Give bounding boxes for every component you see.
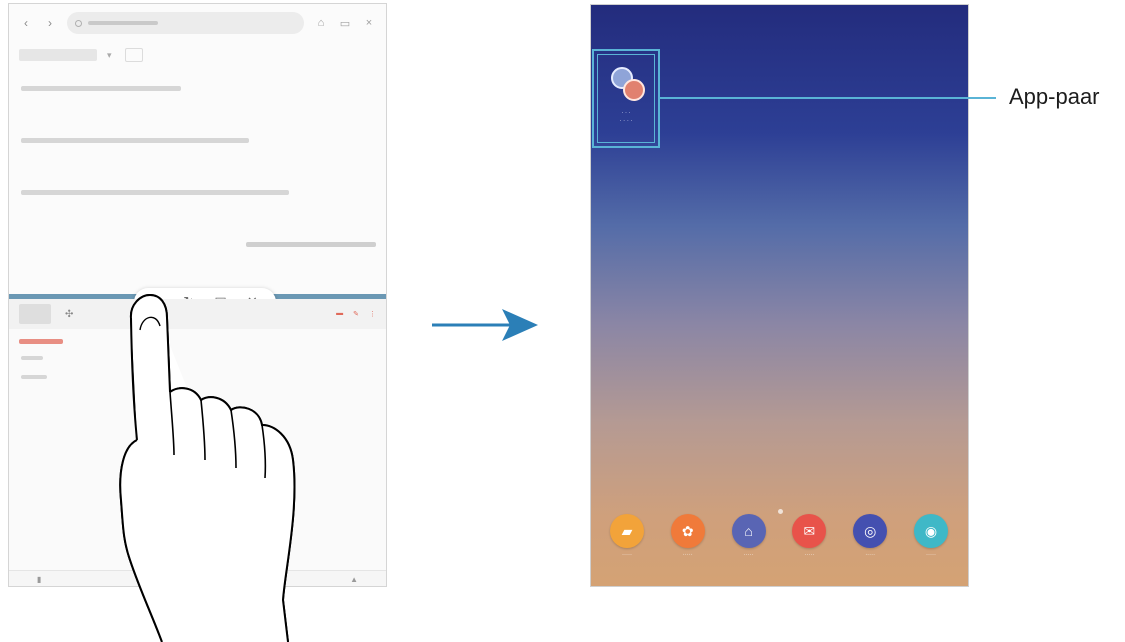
note-line xyxy=(21,375,47,379)
app-pair-shortcut[interactable]: · · · · · · · xyxy=(597,54,655,143)
note-line xyxy=(21,356,43,360)
illustration: ‹ › ⌂ ▭ × ▾ ⊕ ↻ ▣ ✕ xyxy=(0,0,1125,642)
menu-icon[interactable]: ▲ xyxy=(350,575,358,584)
app-pair-label: · · · · · · · xyxy=(619,110,633,124)
dock-label: ····· xyxy=(804,552,815,558)
dock-app-internet[interactable]: ◎ ····· xyxy=(846,514,894,572)
gallery-icon: ✿ xyxy=(670,514,705,548)
dock-app-store[interactable]: ⌂ ····· xyxy=(725,514,773,572)
dock-app-gallery[interactable]: ✿ ····· xyxy=(664,514,712,572)
dock-app-camera[interactable]: ◉ ····· xyxy=(907,514,955,572)
callout-leader-line xyxy=(660,97,996,99)
callout-label: App-paar xyxy=(1009,84,1100,109)
tab-notes[interactable] xyxy=(19,304,51,324)
dock-label: ····· xyxy=(925,552,936,558)
dock: ▰ ····· ✿ ····· ⌂ ····· ✉ ····· ◎ ····· … xyxy=(603,514,955,572)
lock-icon xyxy=(75,19,82,27)
home-button[interactable]: · xyxy=(246,575,249,584)
tabs-icon[interactable]: ▭ xyxy=(338,17,352,30)
notes-app: ✣ ▬ ✎ ⋮ ▮ · · ▲ xyxy=(9,299,386,586)
recents-icon[interactable]: ▮ xyxy=(37,575,41,584)
address-bar[interactable] xyxy=(67,12,304,34)
more-icon[interactable]: ⋮ xyxy=(369,310,376,318)
dock-label: ····· xyxy=(682,552,693,558)
back-icon[interactable]: · xyxy=(143,575,146,584)
dock-app-mail[interactable]: ✉ ····· xyxy=(785,514,833,572)
store-icon: ⌂ xyxy=(731,514,766,548)
notes-toolbar: ✣ ▬ ✎ ⋮ xyxy=(9,299,386,329)
language-selector[interactable] xyxy=(19,49,97,61)
translate-bar: ▾ xyxy=(19,48,143,62)
app-pair-highlight: · · · · · · · xyxy=(592,49,660,148)
chevron-left-icon[interactable]: ‹ xyxy=(19,16,33,30)
toolbar-actions: ▬ ✎ ⋮ xyxy=(336,310,376,318)
dock-label: ····· xyxy=(622,552,632,558)
internet-icon: ◎ xyxy=(853,514,888,548)
more-icon[interactable]: × xyxy=(362,17,376,29)
chat-message xyxy=(21,86,181,91)
dock-label: ····· xyxy=(743,552,754,558)
chat-message xyxy=(21,138,249,143)
dock-label: ····· xyxy=(865,552,876,558)
pin-icon[interactable]: ✣ xyxy=(65,309,73,320)
app-pair-second-icon xyxy=(623,79,645,101)
note-title xyxy=(19,339,63,344)
chat-message xyxy=(21,190,289,195)
arrow-right-icon xyxy=(432,309,538,341)
edit-icon[interactable]: ✎ xyxy=(353,310,359,318)
url-text xyxy=(88,21,158,25)
split-screen-phone: ‹ › ⌂ ▭ × ▾ ⊕ ↻ ▣ ✕ xyxy=(8,3,387,587)
dock-app-folder[interactable]: ▰ ····· xyxy=(603,514,651,572)
chat-reply xyxy=(246,242,376,247)
folder-icon: ▰ xyxy=(610,514,644,548)
home-icon[interactable]: ⌂ xyxy=(314,17,328,29)
camera-icon: ◉ xyxy=(913,514,948,548)
app-pair-icon xyxy=(607,63,645,103)
translate-button[interactable] xyxy=(125,48,143,62)
chevron-down-icon[interactable]: ▾ xyxy=(107,50,115,60)
navigation-bar: ▮ · · ▲ xyxy=(9,570,386,586)
save-button[interactable]: ▬ xyxy=(336,310,343,318)
mail-icon: ✉ xyxy=(792,514,827,548)
chevron-right-icon[interactable]: › xyxy=(43,16,57,30)
browser-toolbar: ‹ › ⌂ ▭ × xyxy=(9,4,386,42)
